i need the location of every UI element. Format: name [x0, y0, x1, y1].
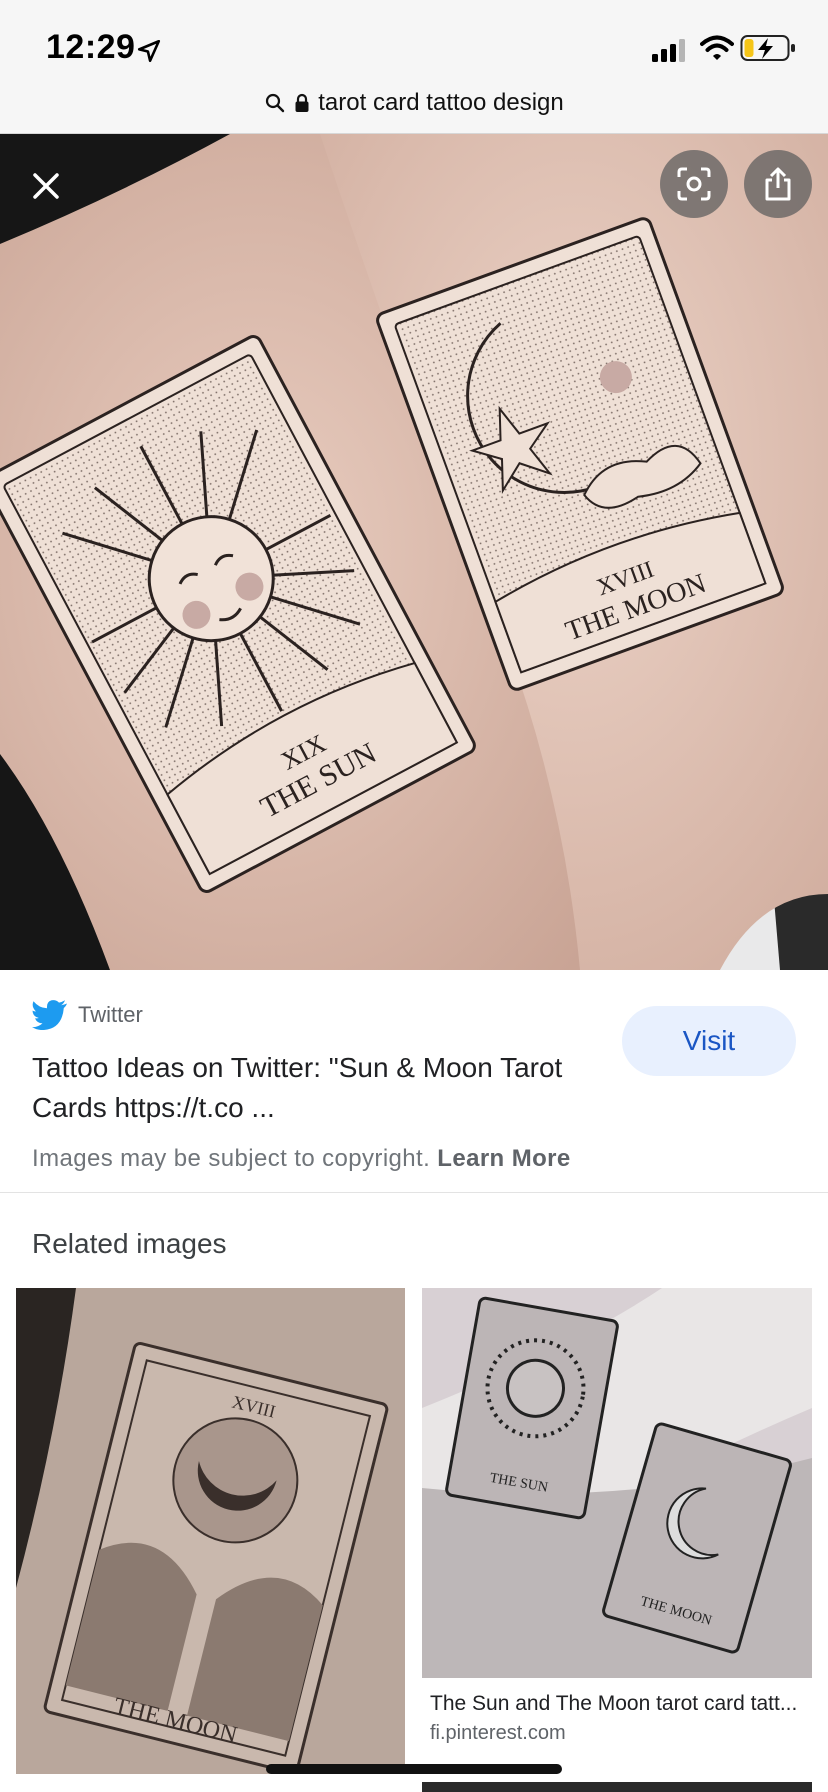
battery-charging-icon [740, 35, 795, 61]
status-time: 12:29 [46, 28, 136, 66]
source-name: Twitter [78, 1002, 143, 1027]
related-image-moon-tattoo[interactable]: XVIII THE MOON [16, 1288, 405, 1774]
section-divider [0, 1192, 828, 1193]
moon-tattoo-thumbnail: XVIII THE MOON [16, 1288, 405, 1774]
wifi-icon [700, 35, 734, 60]
lens-icon [677, 167, 711, 201]
learn-more-link[interactable]: Learn More [437, 1145, 570, 1172]
related-image-next-peek[interactable] [422, 1782, 812, 1792]
copyright-text: Images may be subject to copyright. [32, 1145, 431, 1172]
copyright-notice: Images may be subject to copyright. Lear… [32, 1145, 571, 1173]
related-image-sun-moon-tattoos[interactable]: THE SUN THE MOON [422, 1288, 812, 1678]
twitter-bird-icon [32, 1000, 67, 1030]
related-item-title[interactable]: The Sun and The Moon tarot card tatt... [430, 1692, 802, 1716]
related-item-domain: fi.pinterest.com [430, 1722, 566, 1744]
cellular-signal-icon [652, 39, 685, 62]
status-bar: 12:29 [0, 0, 828, 92]
share-button[interactable] [744, 150, 812, 218]
source-row[interactable]: Twitter [32, 1000, 143, 1030]
close-icon [33, 173, 59, 199]
lock-icon [295, 93, 309, 112]
lens-search-button[interactable] [660, 150, 728, 218]
tarot-tattoo-photo: XIX THE SUN XVIII THE MOON [0, 134, 828, 970]
location-arrow-icon [137, 39, 161, 63]
visit-button[interactable]: Visit [622, 1006, 796, 1076]
share-icon [765, 167, 791, 201]
hero-image[interactable]: XIX THE SUN XVIII THE MOON [0, 134, 828, 970]
url-bar[interactable]: tarot card tattoo design [0, 89, 828, 134]
sun-moon-thumbnail: THE SUN THE MOON [422, 1288, 812, 1678]
result-title[interactable]: Tattoo Ideas on Twitter: "Sun & Moon Tar… [32, 1048, 592, 1128]
close-button[interactable] [20, 160, 72, 212]
home-indicator[interactable] [266, 1764, 562, 1774]
search-icon [266, 93, 285, 113]
related-images-heading: Related images [32, 1228, 227, 1259]
url-query-text: tarot card tattoo design [318, 89, 564, 116]
